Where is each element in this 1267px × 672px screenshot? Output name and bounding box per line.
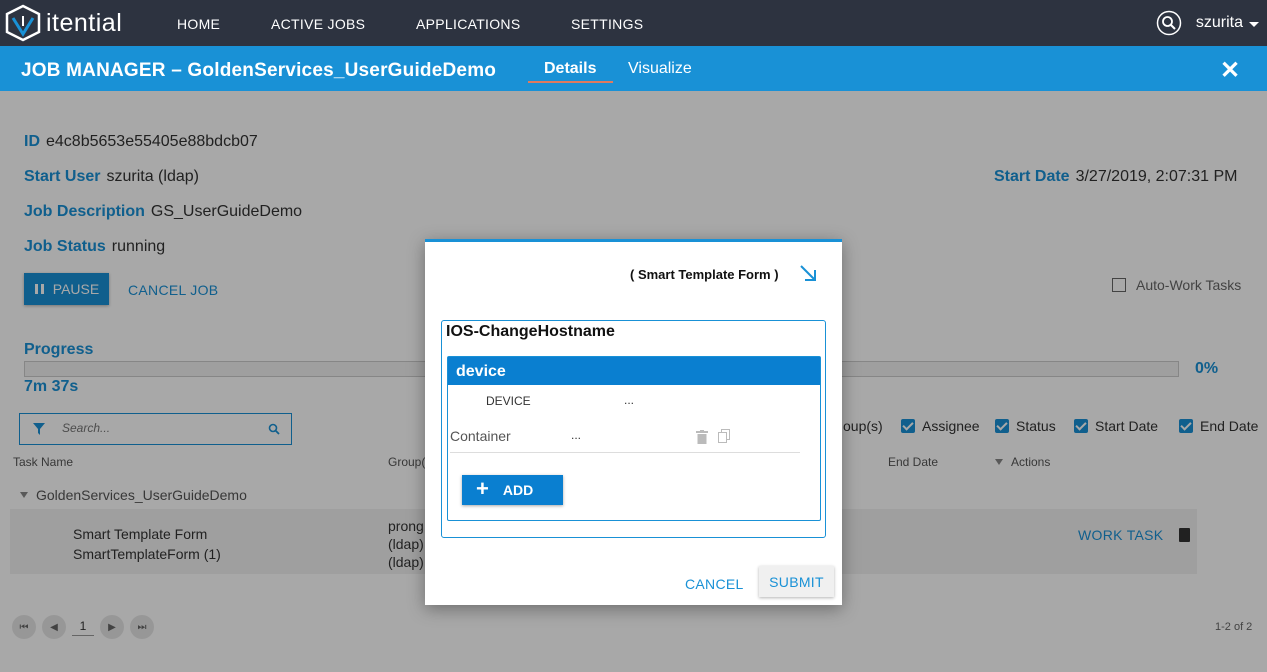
search-icon[interactable]: [1156, 10, 1182, 36]
logo-text: itential: [46, 8, 123, 37]
cancel-button[interactable]: CANCEL: [685, 576, 744, 592]
section-header: device: [448, 357, 820, 385]
copy-icon[interactable]: [718, 429, 730, 443]
device-column-value: ...: [624, 393, 635, 407]
container-label: Container: [450, 428, 511, 444]
trash-icon[interactable]: [696, 430, 708, 444]
page-title: JOB MANAGER – GoldenServices_UserGuideDe…: [21, 60, 497, 81]
container-value[interactable]: ...: [571, 428, 581, 442]
add-button[interactable]: + ADD: [462, 475, 563, 505]
tab-details[interactable]: Details: [544, 60, 596, 78]
plus-icon: +: [476, 476, 489, 501]
add-label: ADD: [502, 482, 534, 498]
itential-logo[interactable]: itential: [4, 4, 122, 42]
user-menu[interactable]: szurita: [1156, 10, 1259, 36]
row-divider: [450, 452, 800, 453]
smart-form: IOS-ChangeHostname device DEVICE ... Con…: [441, 320, 826, 538]
job-manager-header: JOB MANAGER – GoldenServices_UserGuideDe…: [0, 46, 1267, 91]
device-column-label: DEVICE: [486, 394, 531, 408]
nav-settings[interactable]: SETTINGS: [571, 16, 643, 32]
modal-title: ( Smart Template Form ): [630, 267, 779, 282]
user-name[interactable]: szurita: [1196, 14, 1243, 32]
expand-arrow-icon[interactable]: [797, 262, 819, 284]
close-icon[interactable]: ✕: [1220, 56, 1240, 85]
nav-active-jobs[interactable]: ACTIVE JOBS: [271, 16, 365, 32]
nav-home[interactable]: HOME: [177, 16, 220, 32]
itential-logo-icon: [5, 4, 41, 42]
nav-applications[interactable]: APPLICATIONS: [416, 16, 520, 32]
smart-template-modal: ( Smart Template Form ) IOS-ChangeHostna…: [425, 239, 842, 605]
user-caret-icon[interactable]: [1249, 22, 1259, 27]
active-tab-indicator: [528, 81, 613, 83]
form-name: IOS-ChangeHostname: [446, 323, 615, 340]
tab-visualize[interactable]: Visualize: [628, 60, 692, 78]
device-section: device DEVICE ... Container ... + ADD: [447, 356, 821, 521]
submit-button[interactable]: SUBMIT: [759, 566, 834, 597]
top-nav: itential HOME ACTIVE JOBS APPLICATIONS S…: [0, 0, 1267, 46]
